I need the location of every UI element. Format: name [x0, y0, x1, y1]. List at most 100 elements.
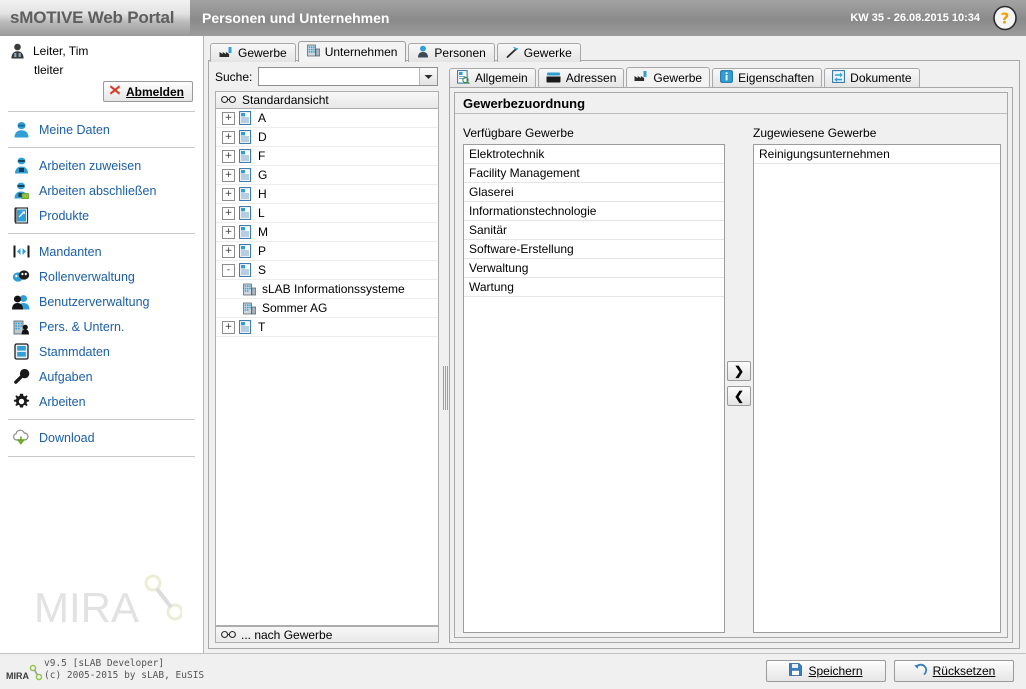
sidebar-item-benutzerverwaltung[interactable]: Benutzerverwaltung — [0, 289, 203, 314]
tab-eigenschaften[interactable]: Eigenschaften — [712, 68, 823, 87]
tree-row[interactable]: Sommer AG — [216, 299, 438, 318]
main-tab-bar: Gewerbe Unternehmen Personen Gewerke — [210, 41, 581, 62]
expand-icon[interactable]: + — [222, 225, 235, 239]
sidebar-item-label: Produkte — [39, 208, 90, 223]
sidebar-item-label: Meine Daten — [39, 122, 110, 137]
hammer-icon — [506, 46, 519, 61]
sidebar-item-arbeiten-zuweisen[interactable]: Arbeiten zuweisen — [0, 153, 203, 178]
collapse-icon[interactable]: - — [222, 263, 235, 277]
expand-icon[interactable]: + — [222, 244, 235, 258]
list-item[interactable]: Verwaltung — [464, 259, 724, 278]
expand-icon[interactable]: + — [222, 320, 235, 334]
list-item[interactable]: Facility Management — [464, 164, 724, 183]
tab-unternehmen[interactable]: Unternehmen — [297, 41, 407, 62]
header-datetime: KW 35 - 26.08.2015 10:34 — [850, 12, 980, 24]
available-gewerbe-list[interactable]: Elektrotechnik Facility Management Glase… — [463, 144, 725, 633]
tab-gewerke[interactable]: Gewerke — [496, 43, 581, 62]
tree-row[interactable]: + T — [216, 318, 438, 337]
tree-row[interactable]: + D — [216, 128, 438, 147]
list-item[interactable]: Elektrotechnik — [464, 145, 724, 164]
save-button[interactable]: Speichern — [766, 660, 886, 682]
list-item[interactable]: Informationstechnologie — [464, 202, 724, 221]
section-title: Gewerbezuordnung — [455, 93, 1007, 114]
list-item[interactable]: Reinigungsunternehmen — [754, 145, 1000, 164]
move-right-button[interactable]: ❯ — [727, 361, 751, 381]
version-line-1: v9.5 [sLAB Developer] — [44, 658, 165, 669]
sidebar-item-label: Stammdaten — [39, 344, 110, 359]
splitter-grip[interactable] — [443, 366, 448, 410]
sidebar-item-arbeiten[interactable]: Arbeiten — [0, 389, 203, 414]
search-combobox[interactable] — [258, 67, 439, 86]
sidebar-item-download[interactable]: Download — [0, 425, 203, 450]
close-icon — [109, 84, 121, 99]
tree-row[interactable]: + L — [216, 204, 438, 223]
expand-icon[interactable]: + — [222, 168, 235, 182]
sidebar-item-meine-daten[interactable]: Meine Daten — [0, 117, 203, 142]
tree-row[interactable]: + F — [216, 147, 438, 166]
list-item[interactable]: Sanitär — [464, 221, 724, 240]
document-icon — [239, 111, 253, 126]
expand-icon[interactable]: + — [222, 187, 235, 201]
assigned-gewerbe-list[interactable]: Reinigungsunternehmen — [753, 144, 1001, 633]
sidebar-item-label: Rollenverwaltung — [39, 269, 135, 284]
logout-button[interactable]: Abmelden — [102, 81, 193, 102]
tab-label: Unternehmen — [324, 45, 398, 59]
reset-button[interactable]: Rücksetzen — [894, 660, 1014, 682]
factory-icon — [219, 46, 233, 61]
expand-icon[interactable]: + — [222, 206, 235, 220]
search-label: Suche: — [215, 69, 253, 84]
tab-gewerbe[interactable]: Gewerbe — [210, 43, 296, 62]
gewerbezuordnung-panel: Gewerbezuordnung Verfügbare Gewerbe Zuge… — [454, 92, 1008, 638]
sidebar: Leiter, Tim tleiter Abmelden Meine Daten… — [0, 36, 204, 653]
tab-dokumente[interactable]: Dokumente — [824, 68, 920, 87]
tab-adressen[interactable]: Adressen — [537, 68, 625, 87]
sidebar-item-mandanten[interactable]: Mandanten — [0, 239, 203, 264]
tree-row[interactable]: sLAB Informationssysteme — [216, 280, 438, 299]
tree-row[interactable]: + M — [216, 223, 438, 242]
list-item[interactable]: Software-Erstellung — [464, 240, 724, 259]
chevron-down-icon[interactable] — [419, 68, 438, 85]
sidebar-item-pers-untern[interactable]: Pers. & Untern. — [0, 314, 203, 339]
list-item[interactable]: Glaserei — [464, 183, 724, 202]
expand-icon[interactable]: + — [222, 149, 235, 163]
question-mark-icon[interactable]: ? — [992, 5, 1018, 31]
tree-row[interactable]: + G — [216, 166, 438, 185]
tree-row[interactable]: + H — [216, 185, 438, 204]
sidebar-item-aufgaben[interactable]: Aufgaben — [0, 364, 203, 389]
expand-icon[interactable]: + — [222, 130, 235, 144]
available-list-label: Verfügbare Gewerbe — [463, 126, 574, 140]
search-input[interactable] — [259, 68, 420, 85]
sidebar-item-arbeiten-abschliessen[interactable]: Arbeiten abschließen — [0, 178, 203, 203]
sidebar-item-produkte[interactable]: Produkte — [0, 203, 203, 228]
tree-row[interactable]: + A — [216, 109, 438, 128]
panel-splitter[interactable] — [441, 91, 449, 643]
divider — [8, 419, 195, 420]
user-name: Leiter, Tim — [33, 44, 89, 58]
svg-text:MIRA: MIRA — [6, 671, 29, 681]
tree-row-label: L — [258, 206, 265, 220]
document-icon — [239, 149, 253, 164]
document-icon — [239, 320, 253, 335]
building-icon — [243, 282, 257, 297]
tree-footer[interactable]: ... nach Gewerbe — [215, 626, 439, 643]
roles-icon — [12, 268, 30, 286]
document-icon — [239, 130, 253, 145]
tree-row-label: G — [258, 168, 268, 182]
move-left-button[interactable]: ❮ — [727, 386, 751, 406]
tree-header-label: Standardansicht — [242, 93, 329, 107]
tree-row[interactable]: + P — [216, 242, 438, 261]
expand-icon[interactable]: + — [222, 111, 235, 125]
sidebar-item-stammdaten[interactable]: Stammdaten — [0, 339, 203, 364]
tree-body[interactable]: + A + D + F + G + H + L + M + P - S sLAB… — [215, 109, 439, 626]
products-icon — [12, 207, 30, 225]
tab-personen[interactable]: Personen — [408, 43, 495, 62]
tree-row-label: P — [258, 244, 267, 258]
list-item[interactable]: Wartung — [464, 278, 724, 297]
tree-row-label: D — [258, 130, 267, 144]
tab-allgemein[interactable]: Allgemein — [449, 68, 536, 87]
tree-row[interactable]: - S — [216, 261, 438, 280]
undo-arrow-icon — [913, 663, 927, 679]
sidebar-item-rollenverwaltung[interactable]: Rollenverwaltung — [0, 264, 203, 289]
tab-gewerbe-sub[interactable]: Gewerbe — [626, 67, 711, 87]
tree-panel: Standardansicht + A + D + F + G + H + L … — [215, 91, 439, 643]
